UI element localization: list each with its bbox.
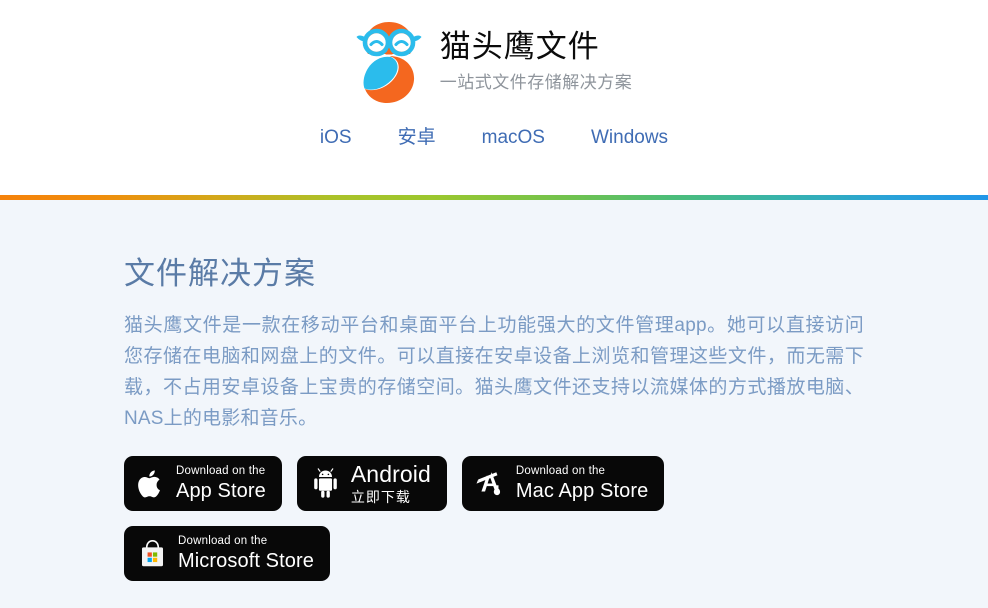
badge-android-subtitle: 立即下载 xyxy=(350,488,411,505)
brand-row: 猫头鹰文件 一站式文件存储解决方案 xyxy=(0,0,988,103)
brand-text: 猫头鹰文件 一站式文件存储解决方案 xyxy=(440,29,633,95)
content-container: 文件解决方案 猫头鹰文件是一款在移动平台和桌面平台上功能强大的文件管理app。她… xyxy=(124,200,864,581)
badge-mac-app-store[interactable]: Download on the Mac App Store xyxy=(461,456,665,511)
badge-android-copy: Android 立即下载 xyxy=(350,460,431,506)
nav-link-macos[interactable]: macOS xyxy=(482,126,545,150)
mac-app-store-icon xyxy=(476,469,505,498)
microsoft-store-icon xyxy=(138,538,167,569)
badge-mac-app-store-large: Mac App Store xyxy=(515,480,649,502)
page-title: 文件解决方案 xyxy=(124,256,316,291)
badge-android-title: Android xyxy=(350,460,431,487)
badge-app-store[interactable]: Download on the App Store xyxy=(124,456,282,511)
main-nav: iOS 安卓 macOS Windows xyxy=(0,126,988,150)
accent-gradient-bar xyxy=(0,195,988,200)
badge-mac-app-store-small: Download on the xyxy=(515,465,606,477)
section-description: 猫头鹰文件是一款在移动平台和桌面平台上功能强大的文件管理app。她可以直接访问您… xyxy=(124,315,864,429)
badge-microsoft-store[interactable]: Download on the Microsoft Store xyxy=(124,526,330,581)
nav-link-ios[interactable]: iOS xyxy=(320,126,352,150)
site-header: 猫头鹰文件 一站式文件存储解决方案 iOS 安卓 macOS Windows xyxy=(0,0,988,200)
android-icon xyxy=(311,468,340,499)
owl-logo-icon xyxy=(356,16,422,108)
badge-mac-app-store-copy: Download on the Mac App Store xyxy=(516,464,648,503)
badge-microsoft-store-large: Microsoft Store xyxy=(178,550,314,572)
badge-android[interactable]: Android 立即下载 xyxy=(296,456,447,511)
brand-subtitle: 一站式文件存储解决方案 xyxy=(439,73,633,92)
badge-microsoft-store-small: Download on the xyxy=(178,535,268,547)
brand-title: 猫头鹰文件 xyxy=(439,29,600,64)
badge-app-store-small: Download on the xyxy=(176,465,266,477)
badge-app-store-copy: Download on the App Store xyxy=(176,464,266,503)
nav-link-android[interactable]: 安卓 xyxy=(398,126,436,150)
badge-app-store-large: App Store xyxy=(176,480,266,502)
page-body: 文件解决方案 猫头鹰文件是一款在移动平台和桌面平台上功能强大的文件管理app。她… xyxy=(0,200,988,608)
download-badge-group: Download on the App Store Android 立即下载 D… xyxy=(124,456,724,581)
nav-link-windows[interactable]: Windows xyxy=(591,126,668,150)
badge-microsoft-store-copy: Download on the Microsoft Store xyxy=(178,534,314,573)
apple-icon xyxy=(138,468,165,500)
